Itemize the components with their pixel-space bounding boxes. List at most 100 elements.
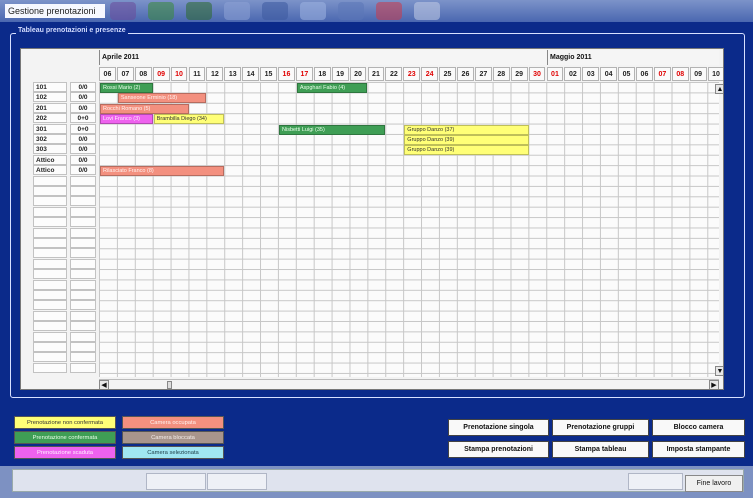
app-icon-7 [338,2,364,20]
day-header-cell: 13 [224,67,242,81]
room-status [70,258,96,269]
day-header-cell: 12 [206,67,224,81]
booking-bar[interactable]: Rocchi Romano (5) [100,103,189,114]
room-label[interactable]: 301 [33,123,67,134]
booking-bar[interactable]: Rossi Mario (2) [100,83,153,93]
room-label [33,290,67,300]
legend-item: Prenotazione confermata [14,431,116,444]
room-label [33,310,67,321]
booking-bar[interactable]: Gruppo Danzo (37) [404,124,529,135]
day-header-cell: 20 [349,67,367,81]
day-header-cell: 25 [439,67,456,81]
room-status [70,331,96,342]
room-label [33,175,67,186]
room-label[interactable]: 202 [33,113,67,124]
booking-bar[interactable]: Lovi Franco (3) [100,114,153,125]
day-header-cell: 08 [671,67,689,81]
group-label: Tableau prenotazioni e presenze [16,27,128,34]
room-label[interactable]: 102 [33,92,67,103]
room-label [33,206,67,217]
scroll-down-icon[interactable]: ▼ [715,366,723,376]
room-label [33,248,67,259]
day-header-cell: 06 [636,67,653,81]
day-header-cell: 09 [152,67,170,81]
day-header-cell: 24 [421,67,439,81]
room-status: 0+0 [70,123,96,134]
group-booking-button[interactable]: Prenotazione gruppi [552,419,649,436]
legend-item: Camera bloccata [122,431,224,444]
day-header-cell: 02 [564,67,582,81]
room-status: 0/0 [70,144,96,155]
booking-bar[interactable]: Brambilla Diego (34) [153,114,225,125]
block-room-button[interactable]: Blocco camera [652,419,745,436]
booking-bar[interactable]: Gruppo Danzo (39) [404,135,529,145]
app-icon-8 [376,2,402,20]
room-status [70,217,96,228]
day-header-cell: 29 [510,67,528,81]
day-header-cell: 30 [528,67,546,81]
legend-item: Prenotazione non confermata [14,416,116,429]
room-label[interactable]: 201 [33,102,67,113]
booking-bar[interactable]: Rilasciato Franco (8) [100,166,225,177]
day-header-cell: 27 [474,67,492,81]
app-icon-9 [414,2,440,20]
status-bar [0,466,753,498]
window-title: Gestione prenotazioni [5,4,105,18]
room-status [70,186,96,196]
booking-bar[interactable]: Gruppo Danzo (39) [404,145,529,156]
end-work-button[interactable]: Fine lavoro [685,475,743,492]
room-status [70,227,96,238]
vertical-scrollbar[interactable]: ▲ ▼ [715,84,723,376]
room-label[interactable]: 101 [33,82,67,92]
room-status [70,196,96,207]
scroll-up-icon[interactable]: ▲ [715,84,723,94]
booking-bar[interactable]: Sanseone Erminio (18) [117,93,207,104]
room-status [70,352,96,363]
room-label[interactable]: 303 [33,144,67,155]
status-column: 0/0 0/0 0/0 0+0 0+0 0/0 0/0 0/0 0/0 [70,82,96,377]
legend-item: Camera occupata [122,416,224,429]
room-label [33,227,67,238]
scroll-right-icon[interactable]: ▶ [709,380,719,389]
room-status: 0+0 [70,113,96,124]
room-label [33,186,67,196]
legend-item: Prenotazione scaduta [14,446,116,459]
tableau-grid[interactable]: Aprile 2011 Maggio 2011 06 07 08 09 10 11 12 13… [20,48,724,390]
room-label [33,258,67,269]
printer-setup-button[interactable]: Imposta stampante [652,441,745,458]
day-header-cell: 16 [278,67,295,81]
booking-cells[interactable]: Rossi Mario (2) Aspghari Fabio (4) Sanseon… [99,82,719,377]
day-header-cell: 03 [582,67,600,81]
room-status [70,300,96,311]
single-booking-button[interactable]: Prenotazione singola [448,419,549,436]
room-label [33,269,67,280]
booking-bar[interactable]: Aspghari Fabio (4) [296,83,368,93]
room-label [33,217,67,228]
room-label [33,279,67,290]
month-header-april: Aprile 2011 [99,50,547,65]
status-track [12,469,744,492]
room-label[interactable]: Attico [33,165,67,176]
day-header-cell: 11 [188,67,206,81]
day-header-cell: 17 [295,67,313,81]
day-header-cell: 21 [367,67,385,81]
room-status [70,175,96,186]
room-status [70,269,96,280]
booking-window: Gestione prenotazioni Tableau prenotazio… [0,0,753,498]
room-status: 0/0 [70,82,96,92]
day-header-cell: 04 [600,67,618,81]
room-status [70,362,96,373]
toolbar-icons [110,2,440,20]
room-status: 0/0 [70,154,96,165]
scroll-thumb[interactable] [167,381,172,389]
room-label[interactable]: Attico [33,154,67,165]
room-status [70,342,96,352]
day-header-cell: 23 [403,67,421,81]
print-tableau-button[interactable]: Stampa tableau [552,441,649,458]
room-label [33,321,67,332]
horizontal-scrollbar[interactable]: ◀ ▶ [99,379,719,389]
scroll-left-icon[interactable]: ◀ [99,380,109,389]
print-bookings-button[interactable]: Stampa prenotazioni [448,441,549,458]
booking-bar[interactable]: Nisbetti Luigi (35) [279,124,386,135]
room-label[interactable]: 302 [33,134,67,144]
